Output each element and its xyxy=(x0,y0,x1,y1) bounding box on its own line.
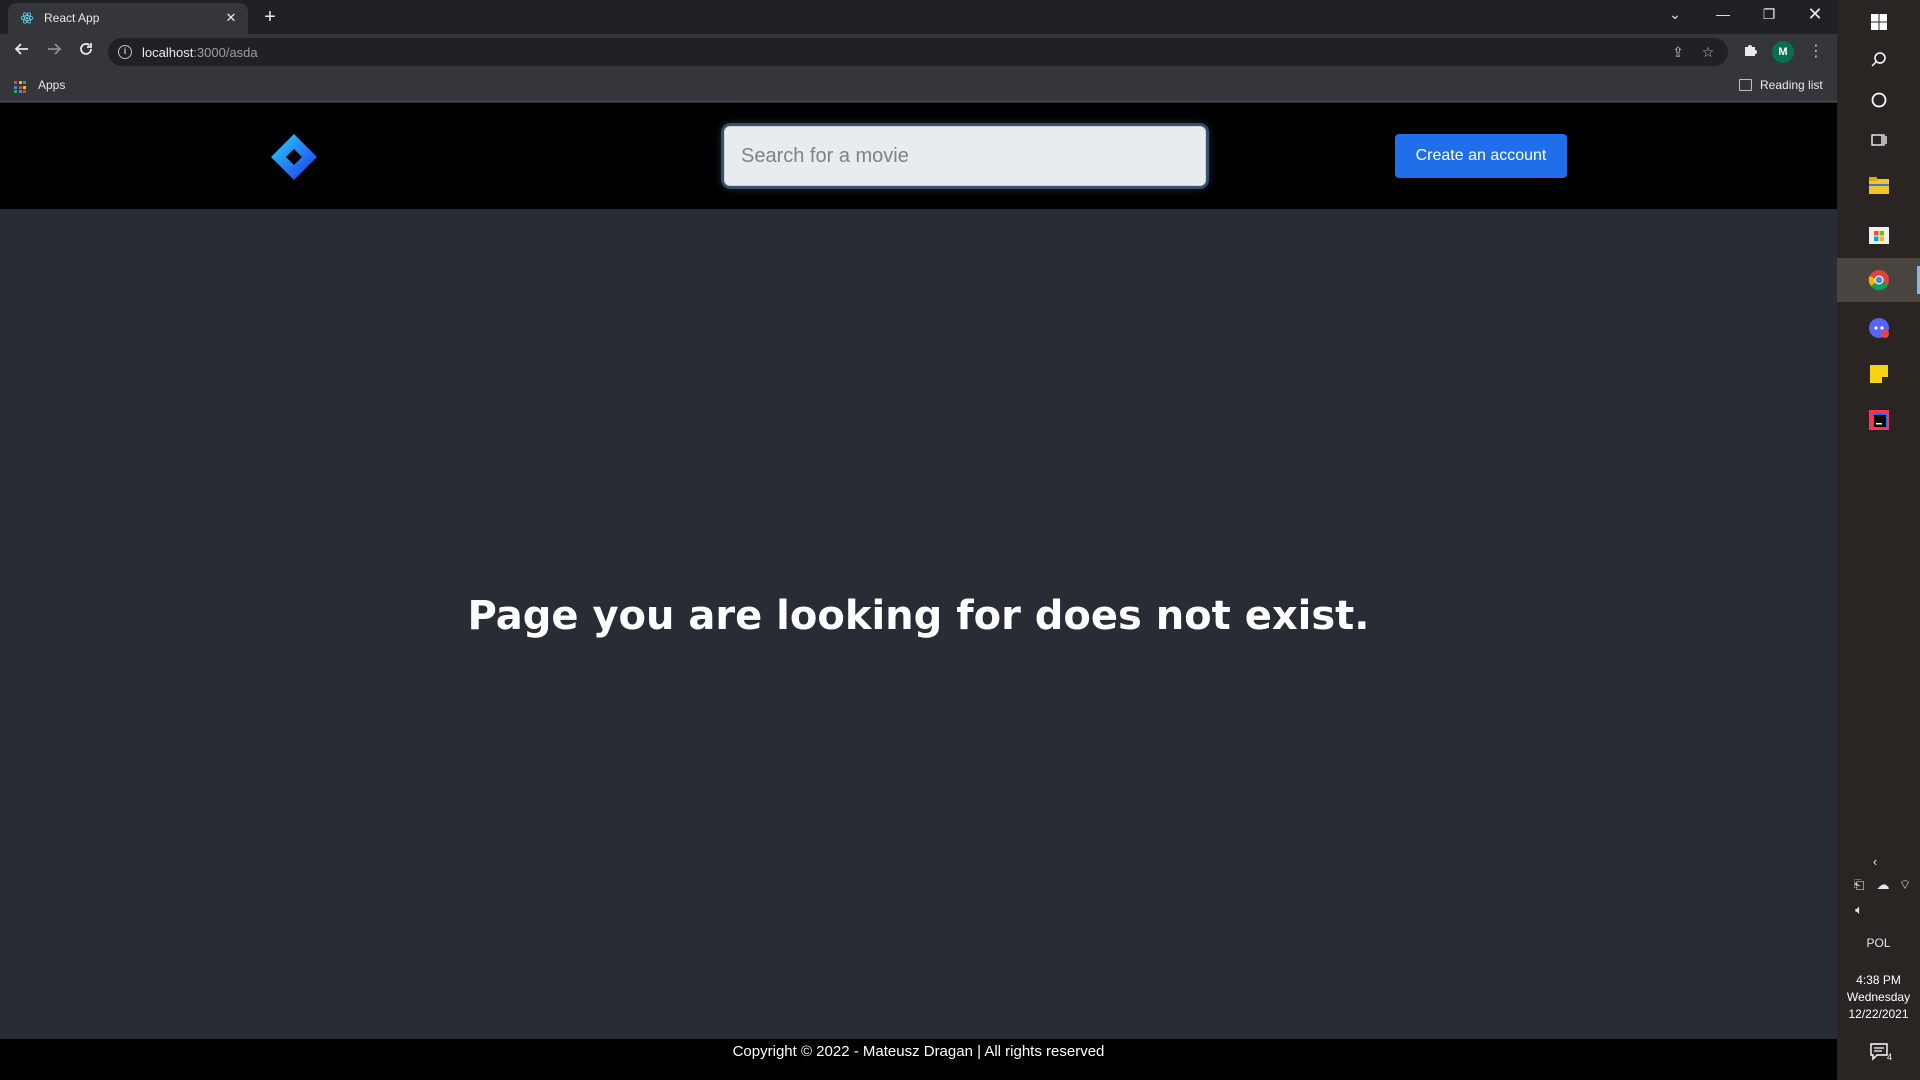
notification-count-badge: 4 xyxy=(1887,1052,1893,1062)
browser-toolbar: i localhost:3000/asda ⇪ ☆ ⋮ xyxy=(0,34,1837,70)
profile-avatar[interactable]: M xyxy=(1772,41,1794,63)
app-header: Create an account xyxy=(0,103,1837,209)
minimize-button[interactable]: — xyxy=(1700,0,1746,30)
create-account-button[interactable]: Create an account xyxy=(1395,134,1567,178)
folder-icon xyxy=(1868,177,1889,194)
clock-time: 4:38 PM xyxy=(1856,973,1901,987)
windows-logo-icon xyxy=(1870,14,1887,30)
input-language-indicator[interactable]: POL xyxy=(1837,936,1920,950)
tab-search-chevron-icon[interactable]: ⌄ xyxy=(1652,0,1698,30)
copyright-text: Copyright © 2022 - Mateusz Dragan | All … xyxy=(732,1043,1105,1060)
tab-close-icon[interactable]: ✕ xyxy=(222,9,240,27)
browser-menu-icon[interactable]: ⋮ xyxy=(1806,42,1826,62)
discord-app[interactable] xyxy=(1837,306,1920,350)
clock-day: Wednesday xyxy=(1846,990,1911,1004)
taskbar-clock[interactable]: 4:38 PM Wednesday 12/22/2021 xyxy=(1837,972,1920,1023)
reading-list-icon[interactable] xyxy=(1739,79,1752,91)
share-icon[interactable]: ⇪ xyxy=(1668,42,1688,62)
cortana-button[interactable] xyxy=(1837,78,1920,122)
back-button[interactable] xyxy=(10,40,34,64)
task-view-button[interactable] xyxy=(1837,118,1920,162)
forward-arrow-icon xyxy=(48,43,62,55)
notifications-icon xyxy=(1869,1043,1888,1061)
intellij-app[interactable] xyxy=(1837,398,1920,442)
apps-bookmark[interactable]: Apps xyxy=(38,78,65,92)
title-bar: React App ✕ + ⌄ — ❐ ✕ xyxy=(0,0,1837,34)
apps-grid-icon[interactable] xyxy=(14,81,26,93)
bookmark-star-icon[interactable]: ☆ xyxy=(1698,42,1718,62)
reading-list-button[interactable]: Reading list xyxy=(1760,78,1823,92)
action-center-button[interactable]: 4 xyxy=(1837,1030,1920,1074)
onedrive-cloud-icon[interactable]: ☁ xyxy=(1873,877,1893,893)
close-window-button[interactable]: ✕ xyxy=(1792,0,1838,30)
restore-button[interactable]: ❐ xyxy=(1746,0,1792,30)
sticky-notes-app[interactable] xyxy=(1837,352,1920,396)
usb-device-icon[interactable]: ⎗ xyxy=(1851,877,1867,893)
chrome-icon xyxy=(1868,270,1889,291)
site-info-icon[interactable]: i xyxy=(118,45,132,59)
browser-window: React App ✕ + ⌄ — ❐ ✕ i localhost:3000/a… xyxy=(0,0,1837,1080)
tab-title: React App xyxy=(44,11,100,25)
file-explorer-app[interactable] xyxy=(1837,164,1920,208)
search-button[interactable] xyxy=(1837,38,1920,82)
wifi-icon[interactable]: ⌔ xyxy=(1895,877,1915,893)
intellij-icon xyxy=(1868,410,1889,430)
reload-button[interactable] xyxy=(74,40,98,64)
task-view-icon xyxy=(1870,134,1887,146)
main-content: Page you are looking for does not exist. xyxy=(0,209,1837,1039)
reload-icon xyxy=(80,43,92,55)
url-text[interactable]: localhost:3000/asda xyxy=(142,45,258,60)
bookmarks-bar: Apps Reading list xyxy=(0,70,1837,102)
volume-icon[interactable]: 🔈︎ xyxy=(1849,902,1869,918)
extensions-puzzle-icon[interactable] xyxy=(1740,42,1760,62)
not-found-message: Page you are looking for does not exist. xyxy=(467,593,1370,639)
page-footer: Copyright © 2022 - Mateusz Dragan | All … xyxy=(0,1039,1837,1080)
sticky-note-icon xyxy=(1869,365,1888,383)
address-bar[interactable]: i localhost:3000/asda ⇪ ☆ xyxy=(108,38,1728,66)
clock-date: 12/22/2021 xyxy=(1848,1007,1909,1021)
forward-button[interactable] xyxy=(42,40,66,64)
url-host: localhost xyxy=(142,45,194,60)
store-bag-icon xyxy=(1868,227,1889,244)
windows-taskbar: ‹ ⎗ ☁ ⌔ 🔈︎ POL 4:38 PM Wednesday 12/22/2… xyxy=(1837,0,1920,1080)
movie-search-input[interactable] xyxy=(724,126,1206,186)
logo-diamond-icon[interactable] xyxy=(270,133,318,181)
search-icon xyxy=(1870,52,1886,67)
cortana-circle-icon xyxy=(1871,92,1886,108)
back-arrow-icon xyxy=(14,43,28,55)
show-hidden-icons-chevron-icon[interactable]: ‹ xyxy=(1865,854,1885,869)
microsoft-store-app[interactable] xyxy=(1837,212,1920,256)
react-icon xyxy=(20,12,34,24)
discord-icon xyxy=(1868,318,1889,338)
url-path: :3000/asda xyxy=(193,45,258,60)
new-tab-button[interactable]: + xyxy=(260,5,280,29)
chrome-app[interactable] xyxy=(1837,258,1920,302)
tab-react-app[interactable]: React App ✕ xyxy=(8,3,248,34)
